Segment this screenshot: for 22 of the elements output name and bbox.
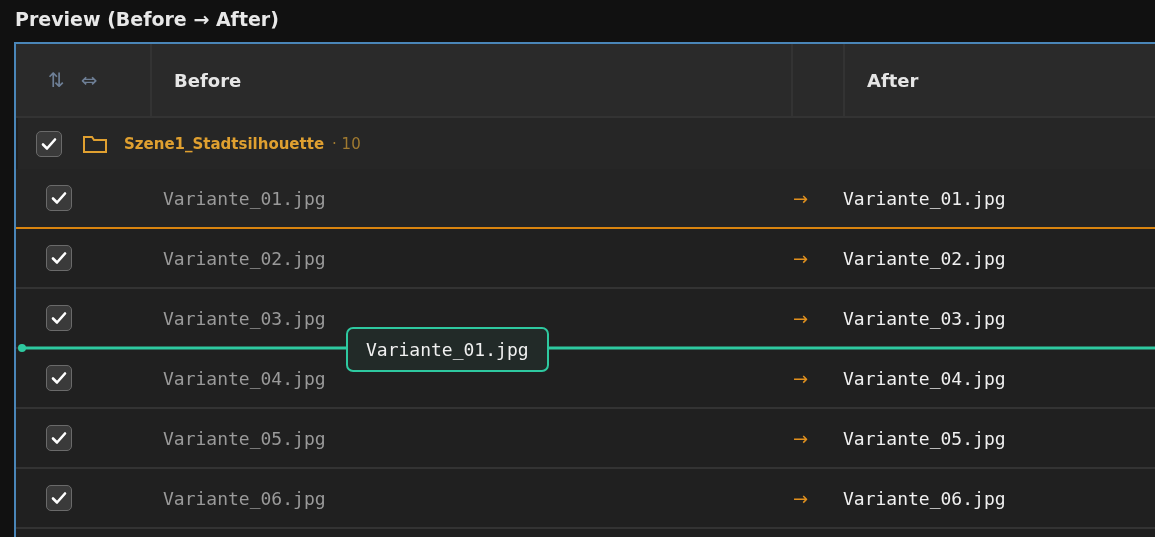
arrow-icon: →: [793, 307, 843, 329]
arrow-icon: →: [793, 187, 843, 209]
arrow-icon: →: [793, 367, 843, 389]
group-count: · 10: [332, 134, 361, 153]
after-filename: Variante_05.jpg: [843, 427, 1006, 449]
before-filename: Variante_01.jpg: [163, 187, 326, 209]
arrow-icon: →: [793, 247, 843, 269]
after-filename: Variante_06.jpg: [843, 487, 1006, 509]
drag-tooltip: Variante_01.jpg: [346, 327, 549, 372]
section-title: Preview (Before → After): [14, 7, 280, 32]
after-filename: Variante_01.jpg: [843, 187, 1006, 209]
before-filename: Variante_05.jpg: [163, 427, 326, 449]
before-filename: Variante_02.jpg: [163, 247, 326, 269]
after-filename: Variante_04.jpg: [843, 367, 1006, 389]
before-filename: Variante_06.jpg: [163, 487, 326, 509]
before-filename: Variante_03.jpg: [163, 307, 326, 329]
arrow-icon: →: [793, 487, 843, 509]
arrow-icon: →: [793, 427, 843, 449]
after-filename: Variante_03.jpg: [843, 307, 1006, 329]
group-name: Szene1_Stadtsilhouette: [124, 134, 325, 153]
after-filename: Variante_02.jpg: [843, 247, 1006, 269]
before-filename: Variante_04.jpg: [163, 367, 326, 389]
